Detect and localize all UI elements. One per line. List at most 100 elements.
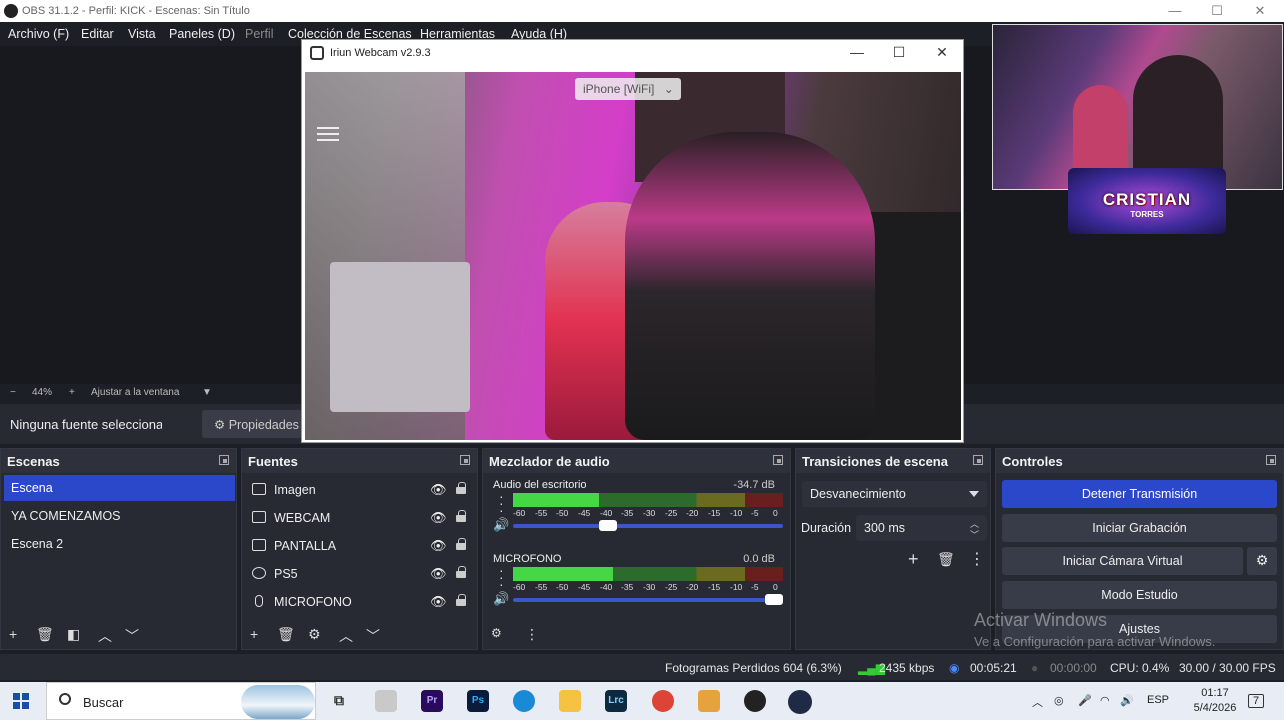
menu-editar[interactable]: Editar bbox=[81, 27, 114, 41]
more-options-icon[interactable]: · · · bbox=[499, 489, 504, 517]
lock-icon[interactable] bbox=[456, 566, 466, 578]
volume-slider[interactable] bbox=[513, 594, 783, 605]
taskbar-search[interactable]: Buscar bbox=[46, 682, 316, 720]
minimize-button[interactable]: — bbox=[1165, 3, 1185, 18]
device-selector[interactable]: iPhone [WiFi] ⌄ bbox=[575, 78, 681, 100]
source-item[interactable]: Imagen 👁 bbox=[250, 477, 475, 503]
eye-icon[interactable]: 👁 bbox=[430, 482, 447, 498]
studio-mode-button[interactable]: Modo Estudio bbox=[1002, 581, 1277, 609]
language-indicator[interactable]: ESP bbox=[1147, 694, 1169, 706]
tray-app-icon[interactable]: ◎ bbox=[1054, 694, 1064, 707]
man-figure bbox=[625, 132, 875, 440]
transitions-header: Transiciones de escena bbox=[796, 449, 990, 473]
move-up-icon[interactable]: ︿ bbox=[339, 626, 353, 646]
source-item[interactable]: PANTALLA 👁 bbox=[250, 533, 475, 559]
lock-icon[interactable] bbox=[456, 594, 466, 606]
volume-knob[interactable] bbox=[765, 594, 783, 605]
volume-slider[interactable] bbox=[513, 520, 783, 531]
virtual-camera-settings-button[interactable]: ⚙ bbox=[1247, 547, 1277, 575]
tray-expand-icon[interactable]: ︿ bbox=[1032, 694, 1043, 710]
speaker-icon[interactable]: 🔊 bbox=[493, 591, 509, 607]
notifications-icon[interactable]: 7 bbox=[1248, 694, 1265, 708]
move-down-icon[interactable]: ﹀ bbox=[366, 626, 380, 646]
source-item[interactable]: PS5 👁 bbox=[250, 561, 475, 587]
undock-icon[interactable] bbox=[460, 455, 470, 465]
zoom-in-button[interactable]: + bbox=[69, 387, 75, 398]
decrement-icon[interactable]: ﹀ bbox=[970, 528, 979, 541]
undock-icon[interactable] bbox=[773, 455, 783, 465]
lock-icon[interactable] bbox=[456, 538, 466, 550]
undock-icon[interactable] bbox=[973, 455, 983, 465]
scene-item[interactable]: YA COMENZAMOS bbox=[4, 503, 235, 529]
iriun-minimize-button[interactable]: — bbox=[847, 44, 867, 60]
taskbar-clock[interactable]: 01:17 5/4/2026 bbox=[1190, 686, 1240, 716]
eye-icon[interactable]: 👁 bbox=[430, 566, 447, 582]
photoshop-icon[interactable]: Ps bbox=[467, 690, 489, 712]
more-options-icon[interactable]: ⋮ bbox=[525, 626, 539, 643]
trash-icon[interactable]: 🗑 bbox=[36, 626, 54, 643]
trash-icon[interactable]: 🗑 bbox=[277, 626, 295, 643]
gear-icon: ⚙ bbox=[1255, 552, 1269, 568]
trash-icon[interactable]: 🗑 bbox=[937, 551, 955, 568]
duration-spinbox[interactable]: 300 ms ︿ ﹀ bbox=[856, 515, 987, 541]
add-icon[interactable]: + bbox=[250, 626, 258, 642]
transition-select[interactable]: Desvanecimiento bbox=[802, 481, 987, 507]
add-icon[interactable]: + bbox=[9, 626, 17, 642]
more-options-icon[interactable]: · · · bbox=[499, 563, 504, 591]
file-explorer-icon[interactable] bbox=[559, 690, 581, 712]
volume-icon[interactable]: 🔊 bbox=[1120, 694, 1134, 707]
transitions-title: Transiciones de escena bbox=[802, 454, 948, 469]
stop-stream-button[interactable]: Detener Transmisión bbox=[1002, 480, 1277, 508]
menu-icon[interactable] bbox=[317, 127, 339, 141]
scenes-header: Escenas bbox=[1, 449, 236, 473]
scene-item[interactable]: Escena 2 bbox=[4, 531, 235, 557]
more-options-icon[interactable]: ⋮ bbox=[969, 549, 985, 569]
iriun-maximize-button[interactable]: ☐ bbox=[889, 44, 909, 61]
edge-icon[interactable] bbox=[513, 690, 535, 712]
zoom-out-button[interactable]: − bbox=[10, 387, 16, 398]
source-item[interactable]: WEBCAM 👁 bbox=[250, 505, 475, 531]
eye-icon[interactable]: 👁 bbox=[430, 594, 447, 610]
move-down-icon[interactable]: ﹀ bbox=[125, 626, 139, 646]
camera-app-icon[interactable] bbox=[375, 690, 397, 712]
chrome-icon[interactable] bbox=[652, 690, 674, 712]
menu-archivo[interactable]: Archivo (F) bbox=[8, 27, 69, 41]
eye-icon[interactable]: 👁 bbox=[430, 510, 447, 526]
premiere-icon[interactable]: Pr bbox=[421, 690, 443, 712]
start-recording-button[interactable]: Iniciar Grabación bbox=[1002, 514, 1277, 542]
broadcast-icon: ◉ bbox=[949, 661, 960, 675]
zoom-dropdown-icon[interactable]: ▼ bbox=[202, 387, 212, 398]
menu-vista[interactable]: Vista bbox=[128, 27, 156, 41]
maximize-button[interactable]: ☐ bbox=[1207, 3, 1227, 19]
task-view-icon[interactable]: ⧉ bbox=[328, 690, 350, 712]
undock-icon[interactable] bbox=[1266, 455, 1276, 465]
undock-icon[interactable] bbox=[219, 455, 229, 465]
fit-window-label[interactable]: Ajustar a la ventana bbox=[91, 387, 179, 398]
advanced-audio-icon[interactable]: ⚙ bbox=[491, 626, 502, 640]
filter-icon[interactable]: ◧ bbox=[67, 626, 80, 643]
iriun-window[interactable]: Iriun Webcam v2.9.3 — ☐ ✕ iPhone [WiFi] … bbox=[301, 39, 964, 443]
menu-paneles[interactable]: Paneles (D) bbox=[169, 27, 235, 41]
lightroom-icon[interactable]: Lrc bbox=[605, 690, 627, 712]
microphone-icon[interactable]: 🎤 bbox=[1078, 694, 1092, 707]
volume-knob[interactable] bbox=[599, 520, 617, 531]
properties-button[interactable]: ⚙ Propiedades bbox=[202, 410, 306, 438]
close-button[interactable]: ✕ bbox=[1250, 3, 1270, 19]
windows-start-icon[interactable] bbox=[13, 693, 30, 710]
gear-icon[interactable]: ⚙ bbox=[308, 626, 321, 643]
lock-icon[interactable] bbox=[456, 482, 466, 494]
app-icon[interactable] bbox=[698, 690, 720, 712]
iriun-taskbar-icon[interactable] bbox=[788, 690, 812, 714]
start-virtual-camera-button[interactable]: Iniciar Cámara Virtual bbox=[1002, 547, 1243, 575]
add-icon[interactable]: + bbox=[908, 549, 919, 570]
eye-icon[interactable]: 👁 bbox=[430, 538, 447, 554]
lock-icon[interactable] bbox=[456, 510, 466, 522]
source-item[interactable]: MICROFONO 👁 bbox=[250, 589, 475, 615]
iriun-close-button[interactable]: ✕ bbox=[932, 44, 952, 61]
obs-taskbar-icon[interactable] bbox=[744, 690, 766, 712]
move-up-icon[interactable]: ︿ bbox=[98, 626, 112, 646]
menu-perfil[interactable]: Perfil bbox=[245, 27, 273, 41]
wifi-icon[interactable]: ◠ bbox=[1100, 694, 1110, 707]
speaker-icon[interactable]: 🔊 bbox=[493, 517, 509, 533]
scene-item[interactable]: Escena bbox=[4, 475, 235, 501]
